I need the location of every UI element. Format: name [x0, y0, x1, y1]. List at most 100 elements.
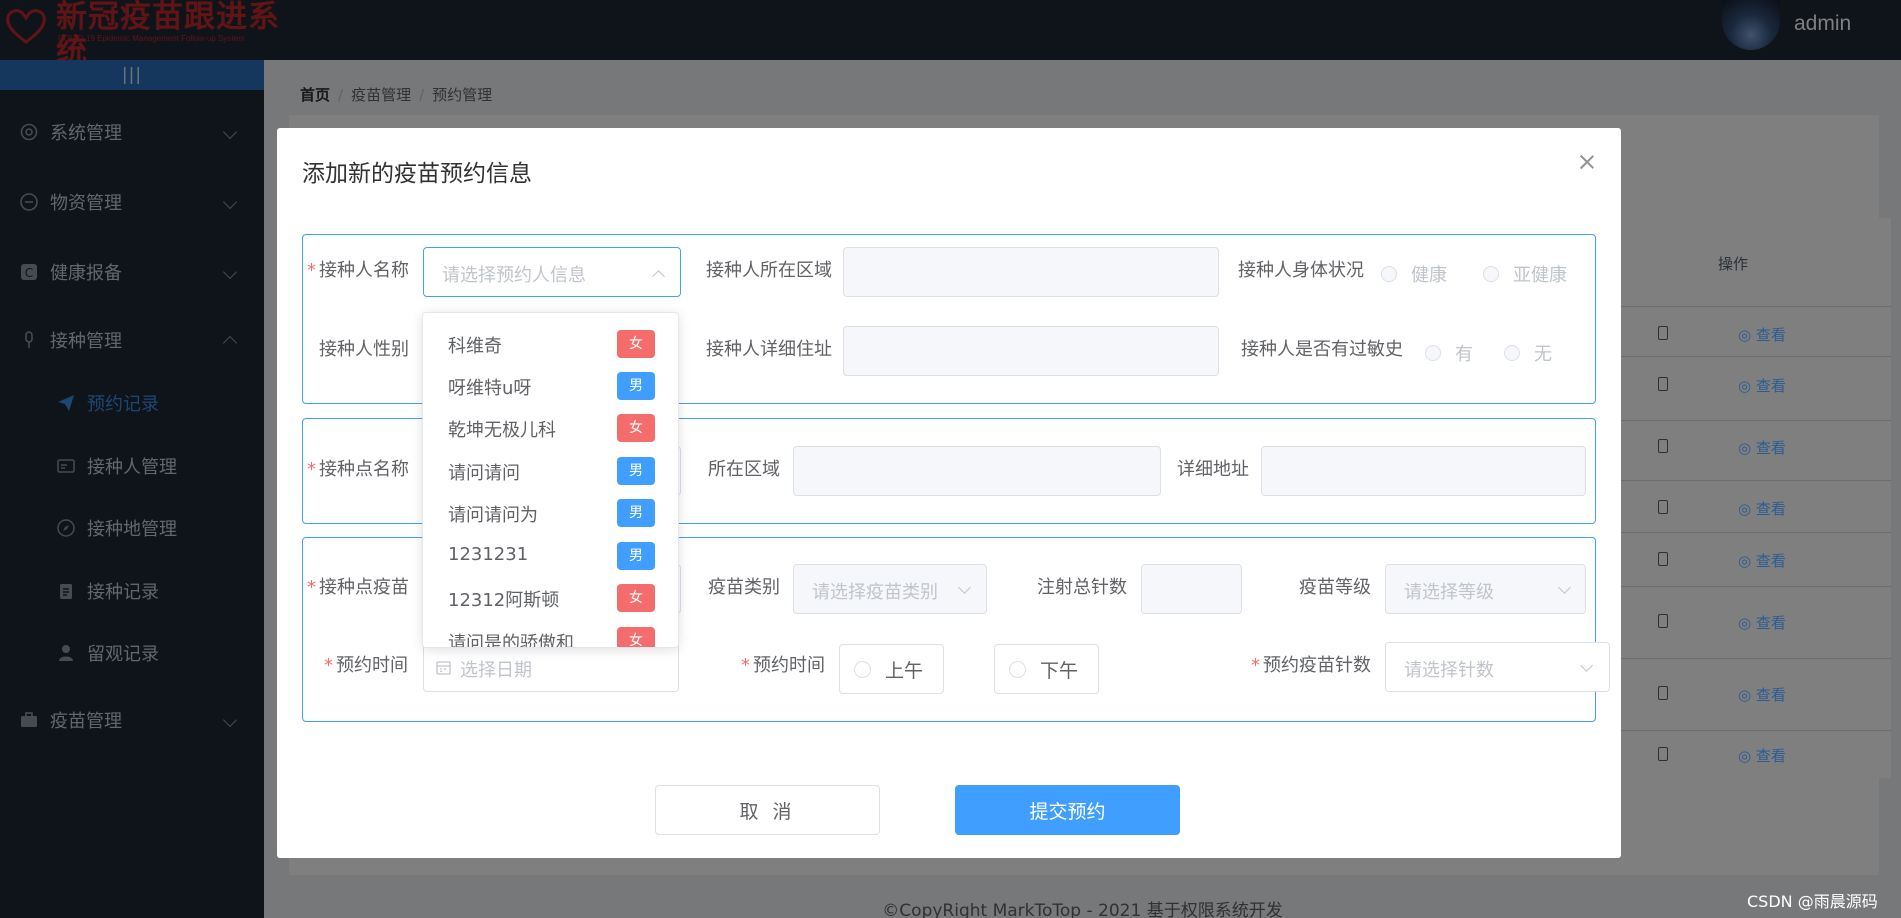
recipient-name-select[interactable]: 请选择预约人信息 [423, 247, 681, 297]
allergy-label: 接种人是否有过敏史 [1241, 339, 1403, 360]
submit-button[interactable]: 提交预约 [955, 785, 1180, 835]
vaccine-category-label: 疫苗类别 [708, 577, 780, 598]
phone-icon[interactable] [1658, 439, 1668, 453]
table-row: ◎ 查看 [1630, 363, 1880, 407]
time-radio-morning[interactable]: 上午 [839, 644, 944, 694]
calendar-icon [436, 661, 451, 675]
phone-icon[interactable] [1658, 552, 1668, 566]
view-link-label: 查看 [1755, 686, 1786, 704]
date-label: * 预约时间 [324, 655, 408, 676]
health-radio-subhealthy[interactable]: 亚健康 [1483, 261, 1567, 287]
table-divider [1618, 658, 1891, 659]
dose-label: * 预约疫苗针数 [1251, 655, 1371, 676]
table-divider [1618, 480, 1891, 481]
gender-tag: 女 [617, 330, 655, 358]
phone-icon[interactable] [1658, 686, 1668, 700]
chevron-down-icon [1558, 581, 1571, 594]
table-row: ◎ 查看 [1630, 600, 1880, 644]
vaccine-level-label: 疫苗等级 [1299, 577, 1371, 598]
view-link[interactable]: ◎ 查看 [1738, 684, 1786, 705]
radio-circle [1425, 345, 1441, 361]
phone-icon[interactable] [1658, 377, 1668, 391]
dropdown-option[interactable]: 乾坤无极儿科 女 [423, 407, 678, 449]
dropdown-option[interactable]: 请问请问 男 [423, 450, 678, 492]
radio-label: 上午 [885, 659, 924, 682]
dropdown-option[interactable]: 1231231 男 [423, 535, 678, 577]
phone-icon[interactable] [1658, 500, 1668, 514]
radio-circle [854, 660, 871, 678]
table-divider [1618, 356, 1891, 357]
gender-tag: 男 [617, 499, 655, 527]
view-link-label: 查看 [1755, 377, 1786, 395]
view-link[interactable]: ◎ 查看 [1738, 745, 1786, 766]
recipient-region-input [843, 247, 1219, 297]
recipient-region-label: 接种人所在区域 [706, 260, 832, 281]
radio-label: 下午 [1040, 659, 1079, 682]
phone-icon[interactable] [1658, 747, 1668, 761]
option-name: 科维奇 [448, 336, 502, 357]
site-name-label: * 接种点名称 [307, 459, 409, 480]
phone-icon[interactable] [1658, 614, 1668, 628]
dropdown-option[interactable]: 请问是的骄傲和 女 [423, 620, 678, 647]
gender-tag: 男 [617, 457, 655, 485]
view-link[interactable]: ◎ 查看 [1738, 550, 1786, 571]
recipient-name-placeholder: 请选择预约人信息 [442, 265, 586, 286]
phone-icon[interactable] [1658, 326, 1668, 340]
view-link-label: 查看 [1755, 614, 1786, 632]
gender-tag: 男 [617, 372, 655, 400]
view-link-label: 查看 [1755, 500, 1786, 518]
chevron-up-icon [652, 270, 665, 283]
gender-tag: 女 [617, 414, 655, 442]
view-link[interactable]: ◎ 查看 [1738, 612, 1786, 633]
address-label: 接种人详细住址 [706, 339, 832, 360]
chevron-down-icon [1580, 659, 1593, 672]
view-link[interactable]: ◎ 查看 [1738, 375, 1786, 396]
cancel-button[interactable]: 取 消 [655, 785, 880, 835]
view-link[interactable]: ◎ 查看 [1738, 324, 1786, 345]
radio-label: 健康 [1411, 265, 1447, 286]
option-name: 12312阿斯顿 [448, 590, 560, 611]
view-link[interactable]: ◎ 查看 [1738, 437, 1786, 458]
recipient-dropdown: 科维奇 女 呀维特u呀 男 乾坤无极儿科 女 请问请问 男 请问请问为 男 12… [422, 312, 679, 648]
dropdown-option[interactable]: 科维奇 女 [423, 323, 678, 365]
radio-circle [1381, 266, 1397, 282]
table-divider [1618, 420, 1891, 421]
dose-select[interactable]: 请选择针数 [1385, 642, 1610, 692]
total-doses-label: 注射总针数 [1037, 577, 1127, 598]
table-divider [1618, 586, 1891, 587]
gender-tag: 女 [617, 627, 655, 647]
vaccine-level-placeholder: 请选择等级 [1404, 582, 1494, 603]
option-name: 乾坤无极儿科 [448, 420, 556, 441]
table-row: ◎ 查看 [1630, 312, 1880, 356]
health-radio-healthy[interactable]: 健康 [1381, 261, 1447, 287]
site-region-label: 所在区域 [708, 459, 780, 480]
dropdown-option[interactable]: 请问请问为 男 [423, 492, 678, 534]
option-name: 请问请问 [448, 463, 520, 484]
radio-label: 亚健康 [1513, 265, 1567, 286]
radio-label: 无 [1534, 344, 1552, 365]
site-address-input [1261, 446, 1586, 496]
date-placeholder: 选择日期 [460, 660, 532, 681]
time-radio-afternoon[interactable]: 下午 [994, 644, 1099, 694]
gender-tag: 女 [617, 584, 655, 612]
option-name: 呀维特u呀 [448, 378, 532, 399]
view-link[interactable]: ◎ 查看 [1738, 498, 1786, 519]
dropdown-option[interactable]: 12312阿斯顿 女 [423, 577, 678, 619]
table-row: ◎ 查看 [1630, 425, 1880, 469]
view-link-label: 查看 [1755, 439, 1786, 457]
dropdown-option[interactable]: 呀维特u呀 男 [423, 365, 678, 407]
vaccine-level-select[interactable]: 请选择等级 [1385, 564, 1586, 614]
time-label: * 预约时间 [741, 655, 825, 676]
date-picker[interactable]: 选择日期 [423, 642, 679, 692]
table-row: ◎ 查看 [1630, 733, 1880, 777]
close-icon[interactable] [1577, 152, 1597, 172]
gender-tag: 男 [617, 542, 655, 570]
allergy-radio-no[interactable]: 无 [1504, 340, 1552, 366]
allergy-radio-yes[interactable]: 有 [1425, 340, 1473, 366]
health-label: 接种人身体状况 [1238, 260, 1364, 281]
site-region-input [793, 446, 1161, 496]
chevron-down-icon [958, 581, 971, 594]
gender-label: 接种人性别 [319, 339, 409, 360]
vaccine-category-select[interactable]: 请选择疫苗类别 [793, 564, 987, 614]
dialog-title: 添加新的疫苗预约信息 [302, 161, 532, 187]
